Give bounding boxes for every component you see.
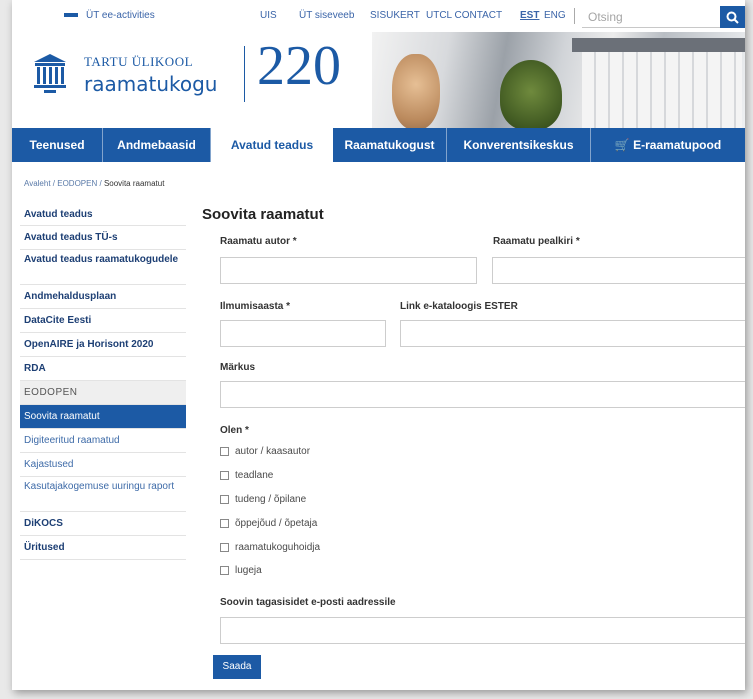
search-button[interactable] (720, 6, 745, 28)
topbar-divider (574, 8, 575, 24)
tab-raamatukogust[interactable]: Raamatukogust (333, 128, 447, 162)
page: ÜT ee-activities UIS ÜT siseveeb SISUKER… (12, 0, 745, 690)
tab-teenused[interactable]: Teenused (12, 128, 103, 162)
util-icon (64, 13, 78, 18)
breadcrumb-eodopen[interactable]: EODOPEN (57, 179, 97, 188)
search-input[interactable] (582, 6, 720, 28)
logo-university-name[interactable]: TARTU ÜLIKOOL (84, 54, 193, 70)
logo-library-name[interactable]: raamatukogu (84, 72, 217, 96)
role-option-researcher[interactable]: teadlane (220, 468, 273, 482)
book-title-field[interactable] (492, 257, 745, 284)
intranet-link[interactable]: ÜT siseveeb (299, 10, 354, 21)
lang-est[interactable]: EST (520, 10, 539, 21)
tab-e-raamatupood-label: E-raamatupood (633, 138, 722, 152)
lang-eng[interactable]: ENG (544, 10, 566, 21)
role-checkbox-researcher[interactable] (220, 470, 229, 480)
uis-link[interactable]: UIS (260, 10, 277, 21)
role-checkbox-librarian[interactable] (220, 542, 229, 552)
author-field[interactable] (220, 257, 477, 284)
role-option-author[interactable]: autor / kaasautor (220, 444, 310, 458)
role-option-librarian[interactable]: raamatukoguhoidja (220, 540, 320, 554)
sidebar-item-uritused[interactable]: Üritused (20, 536, 186, 560)
tab-e-raamatupood[interactable]: 🛒 E-raamatupood (591, 128, 745, 162)
contact-link[interactable]: UTCL CONTACT (426, 10, 502, 21)
role-option-reader[interactable]: lugeja (220, 563, 262, 577)
ester-link-field[interactable] (400, 320, 745, 347)
sidebar-menu: Avatud teadus Avatud teadus TÜ-s Avatud … (20, 202, 186, 560)
activities-link[interactable]: ÜT ee-activities (64, 10, 155, 21)
tab-avatud-teadus[interactable]: Avatud teadus (211, 128, 333, 162)
role-checkbox-teacher[interactable] (220, 518, 229, 528)
sidebar-item-avatud-teadus-tu[interactable]: Avatud teadus TÜ-s (20, 226, 186, 250)
role-option-label: autor / kaasautor (235, 445, 311, 457)
logo-divider (244, 46, 245, 102)
role-option-label: õppejõud / õpetaja (235, 517, 318, 529)
year-label: Ilmumisaasta * (220, 301, 291, 312)
sidebar-item-eodopen[interactable]: EODOPEN (20, 381, 186, 405)
year-field[interactable] (220, 320, 386, 347)
sidebar-item-avatud-teadus[interactable]: Avatud teadus (20, 202, 186, 226)
ester-link-label: Link e-kataloogis ESTER (400, 301, 518, 312)
sitemap-link[interactable]: SISUKERT (370, 10, 420, 21)
breadcrumb: Avaleht / EODOPEN / Soovita raamatut (24, 179, 165, 188)
sidebar-item-rda[interactable]: RDA (20, 357, 186, 381)
role-checkbox-author[interactable] (220, 446, 229, 456)
role-option-label: raamatukoguhoidja (235, 541, 321, 553)
email-field[interactable] (220, 617, 745, 644)
role-label: Olen * (220, 425, 249, 436)
role-option-label: teadlane (235, 469, 274, 481)
notes-label: Märkus (220, 362, 256, 373)
sidebar-item-raamatukogudele[interactable]: Avatud teadus raamatukogudele (20, 250, 186, 285)
breadcrumb-home[interactable]: Avaleht (24, 179, 51, 188)
sidebar-item-digiteeritud[interactable]: Digiteeritud raamatud (20, 429, 186, 453)
sidebar-item-andmehaldusplaan[interactable]: Andmehaldusplaan (20, 285, 186, 309)
book-title-label: Raamatu pealkiri * (493, 236, 580, 247)
main-navigation: Teenused Andmebaasid Avatud teadus Raama… (12, 128, 745, 162)
anniversary-number: 220 (257, 35, 341, 97)
author-label: Raamatu autor * (220, 236, 297, 247)
breadcrumb-current: Soovita raamatut (103, 179, 165, 188)
page-title: Soovita raamatut (202, 206, 324, 223)
role-option-label: lugeja (235, 564, 262, 576)
sidebar-item-openaire[interactable]: OpenAIRE ja Horisont 2020 (20, 333, 186, 357)
sidebar-item-datacite[interactable]: DataCite Eesti (20, 309, 186, 333)
role-option-student[interactable]: tudeng / õpilane (220, 492, 306, 506)
header-photo (372, 32, 745, 128)
shopping-cart-icon: 🛒 (614, 138, 630, 152)
top-utility-bar: ÜT ee-activities UIS ÜT siseveeb SISUKER… (12, 0, 745, 32)
role-option-teacher[interactable]: õppejõud / õpetaja (220, 516, 317, 530)
tab-konverentsikeskus[interactable]: Konverentsikeskus (447, 128, 591, 162)
tab-andmebaasid[interactable]: Andmebaasid (103, 128, 211, 162)
submit-button[interactable]: Saada (213, 655, 261, 679)
search-icon (726, 11, 739, 24)
sidebar-item-soovita-raamatut[interactable]: Soovita raamatut (20, 405, 186, 429)
sidebar-item-kajastused[interactable]: Kajastused (20, 453, 186, 477)
site-header: TARTU ÜLIKOOL raamatukogu 220 (12, 32, 745, 128)
university-logo-icon[interactable] (32, 52, 68, 94)
sidebar-item-dikocs[interactable]: DiKOCS (20, 512, 186, 536)
suggestion-form: Soovita raamatut Raamatu autor * Raamatu… (202, 196, 745, 690)
email-label: Soovin tagasisidet e-posti aadressile (220, 597, 396, 608)
sidebar-item-kasutajakogemus[interactable]: Kasutajakogemuse uuringu raport (20, 477, 186, 512)
role-checkbox-reader[interactable] (220, 565, 229, 575)
notes-field[interactable] (220, 381, 745, 408)
role-option-label: tudeng / õpilane (235, 493, 307, 505)
role-checkbox-student[interactable] (220, 494, 229, 504)
